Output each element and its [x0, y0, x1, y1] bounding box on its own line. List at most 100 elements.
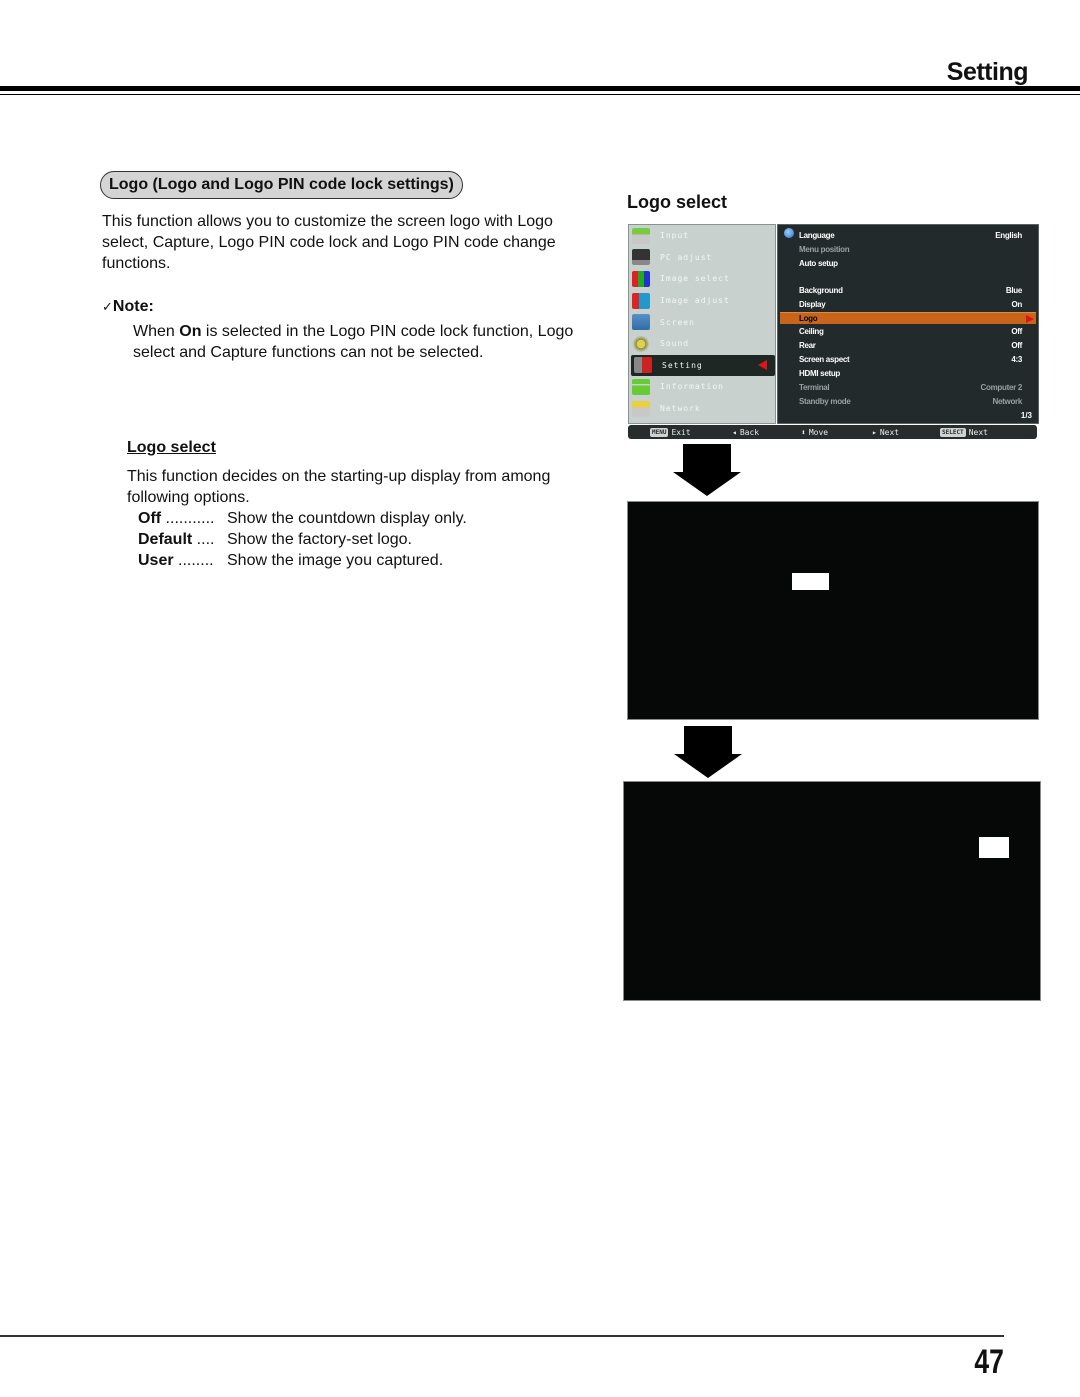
note-body-bold: On [179, 323, 202, 340]
osd-submenu-value: Off [1011, 341, 1022, 350]
hint-move: ⬍ Move [801, 428, 828, 437]
option-dots: .... [192, 531, 215, 548]
osd-submenu-label: Menu position [799, 245, 850, 254]
network-icon [632, 400, 650, 417]
osd-submenu-label: Ceiling [799, 327, 824, 336]
osd-menu-item-label: Sound [660, 339, 690, 349]
hint-exit: MENU Exit [650, 427, 691, 437]
osd-submenu-value: On [1011, 300, 1022, 309]
osd-menu-item-label: Input [660, 231, 690, 241]
screen-preview-default [627, 501, 1039, 720]
screen-preview-countdown [623, 781, 1041, 1001]
osd-main-menu: Input PC adjust Image select Image adjust Sc… [628, 224, 776, 424]
osd-submenu-label: Logo [799, 314, 818, 323]
section-title: Setting [946, 58, 1029, 86]
osd-submenu-item-hdmi-setup[interactable]: HDMI setup [778, 368, 1038, 380]
down-arrow-icon [674, 726, 742, 778]
option-user: User ........ Show the image you captured… [138, 550, 443, 571]
note-label: Note: [112, 298, 154, 315]
osd-menu-item-label: Setting [662, 360, 703, 370]
osd-submenu-item-ceiling[interactable]: Ceiling Off [778, 326, 1038, 338]
down-arrow-icon [673, 444, 741, 496]
option-desc: Show the image you captured. [227, 552, 444, 569]
osd-menu-item-label: Image adjust [660, 296, 730, 306]
osd-submenu-label: Language [799, 231, 835, 240]
osd-menu-item-pc-adjust[interactable]: PC adjust [629, 247, 775, 269]
active-pointer-icon [758, 360, 767, 371]
header-rule-thick [0, 86, 1080, 91]
option-name: User [138, 552, 174, 569]
left-arrow-icon: ◂ [732, 427, 737, 437]
osd-menu-item-image-adjust[interactable]: Image adjust [629, 290, 775, 312]
osd-submenu-value: Computer 2 [980, 383, 1023, 392]
osd-submenu-label: HDMI setup [799, 369, 841, 378]
osd-submenu-label: Screen aspect [799, 355, 850, 364]
osd-submenu-value: 4:3 [1011, 355, 1022, 364]
osd-menu-item-sound[interactable]: Sound [629, 333, 775, 355]
osd-submenu-item-display[interactable]: Display On [778, 299, 1038, 311]
logo-select-body: This function decides on the starting-up… [127, 468, 551, 506]
osd-sub-menu: 1/3 Language English Menu position Auto set… [777, 224, 1039, 424]
option-dots: ........ [173, 552, 214, 569]
option-desc: Show the factory-set logo. [227, 531, 412, 548]
image-adjust-icon [632, 292, 650, 309]
osd-submenu-item-logo[interactable]: Logo [780, 312, 1036, 324]
right-title: Logo select [627, 192, 728, 212]
osd-menu-item-label: Network [660, 404, 701, 414]
osd-menu-item-network[interactable]: Network [629, 398, 775, 420]
note-heading: ✓Note: [102, 296, 154, 317]
page-indicator: 1/3 [1020, 411, 1032, 420]
osd-submenu-item-screen-aspect[interactable]: Screen aspect 4:3 [778, 354, 1038, 366]
select-key-icon: SELECT [940, 427, 966, 437]
osd-submenu-value: Blue [1005, 286, 1022, 295]
submenu-arrow-icon [1026, 315, 1034, 323]
hint-next-label: Next [879, 427, 900, 437]
logo-select-heading: Logo select [127, 439, 216, 456]
osd-submenu-label: Auto setup [799, 259, 838, 268]
osd-hint-bar: MENU Exit ◂ Back ⬍ Move ▸ Next SELECT Next [628, 425, 1037, 439]
osd-menu-item-information[interactable]: Information [629, 376, 775, 398]
osd-submenu-item-rear[interactable]: Rear Off [778, 340, 1038, 352]
checkmark-icon: ✓ [102, 299, 113, 314]
osd-menu-item-input[interactable]: Input [629, 225, 775, 247]
osd-menu-item-image-select[interactable]: Image select [629, 268, 775, 290]
countdown-placeholder [979, 837, 1009, 858]
option-off: Off ........... Show the countdown displa… [138, 508, 467, 529]
hint-select-next: SELECT Next [940, 427, 988, 437]
osd-submenu-label: Rear [799, 341, 816, 350]
note-body: When On is selected in the Logo PIN code… [133, 321, 593, 363]
osd-menu-item-screen[interactable]: Screen [629, 311, 775, 333]
sound-icon [632, 335, 650, 352]
up-down-arrow-icon: ⬍ [801, 427, 806, 437]
osd-menu-item-setting[interactable]: Setting [631, 354, 775, 377]
osd-submenu-value: Off [1011, 327, 1022, 336]
option-name: Off [138, 510, 162, 527]
osd-submenu-label: Terminal [799, 383, 830, 392]
osd-submenu-value: Network [992, 397, 1023, 406]
osd-menu-item-label: Image select [660, 274, 730, 284]
hint-back: ◂ Back [732, 428, 759, 437]
osd-submenu-item-standby-mode[interactable]: Standby mode Network [778, 396, 1038, 408]
information-icon [632, 378, 650, 395]
menu-key-icon: MENU [650, 427, 669, 437]
footer-rule [0, 1335, 1004, 1337]
osd-menu-item-label: PC adjust [660, 252, 713, 262]
hint-back-label: Back [739, 427, 760, 437]
hint-move-label: Move [808, 427, 829, 437]
osd-submenu-item-background[interactable]: Background Blue [778, 285, 1038, 297]
option-name: Default [138, 531, 193, 548]
hint-exit-label: Exit [671, 427, 691, 437]
osd-submenu-label: Standby mode [799, 397, 851, 406]
osd-submenu-item-terminal[interactable]: Terminal Computer 2 [778, 382, 1038, 394]
hint-select-next-label: Next [968, 427, 988, 437]
option-desc: Show the countdown display only. [227, 510, 467, 527]
osd-submenu-item-auto-setup[interactable]: Auto setup [778, 258, 1038, 270]
logo-placeholder [792, 573, 829, 590]
osd-menu-item-label: Information [660, 382, 724, 392]
osd-submenu-item-menu-position[interactable]: Menu position [778, 244, 1038, 256]
input-icon [632, 227, 650, 244]
option-dots: ........... [161, 510, 215, 527]
osd-submenu-value: English [995, 231, 1022, 240]
osd-submenu-item-language[interactable]: Language English [778, 230, 1038, 242]
osd-submenu-label: Display [799, 300, 826, 309]
